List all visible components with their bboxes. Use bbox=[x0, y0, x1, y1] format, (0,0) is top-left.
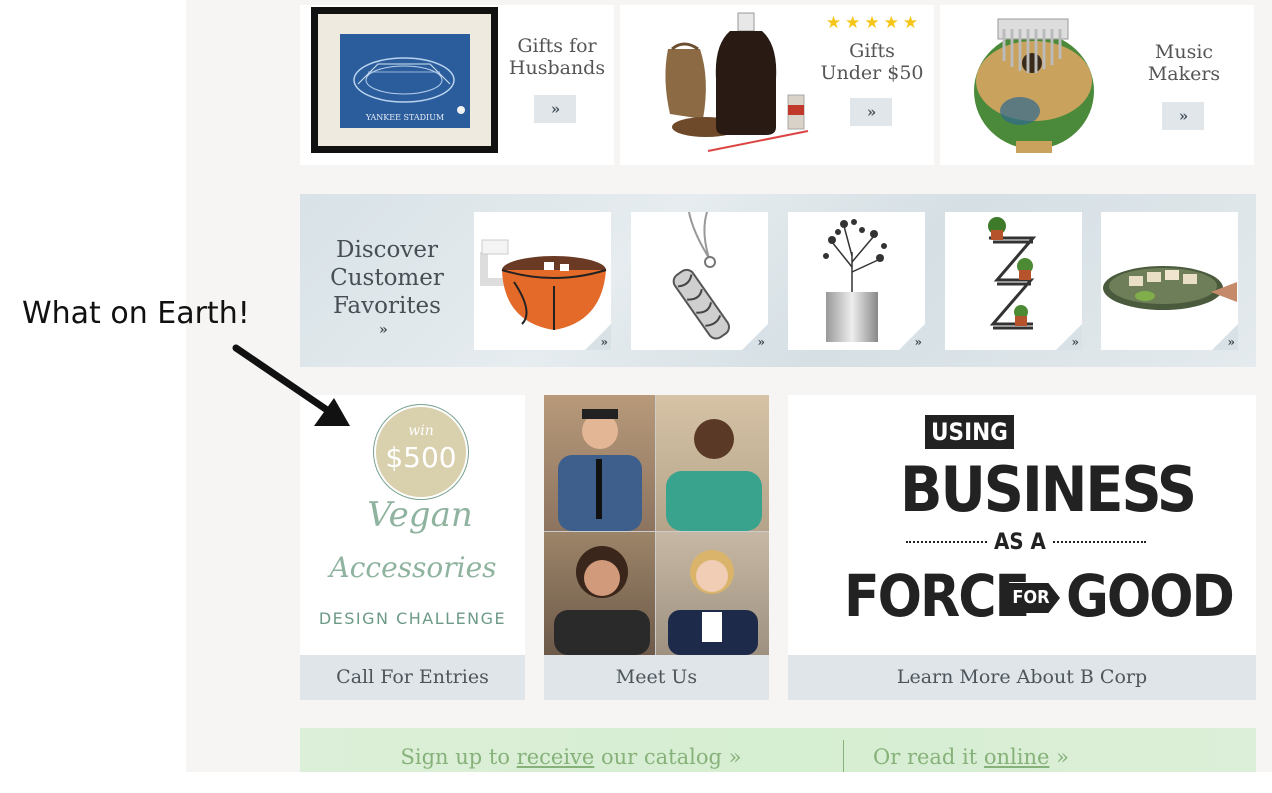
gift-card-music-label: Music Makers bbox=[1147, 41, 1221, 85]
as-a-text: AS A bbox=[988, 531, 1052, 555]
home-brew-kit-image bbox=[648, 9, 818, 159]
gift-card-husbands[interactable]: YANKEE STADIUM Gifts for Husbands » bbox=[300, 5, 614, 165]
accessories-script-title: Accessories bbox=[329, 551, 497, 584]
team-photo-1 bbox=[544, 395, 655, 531]
favorite-tile-pendant[interactable]: » bbox=[631, 212, 768, 350]
good-heading: GOOD bbox=[1066, 562, 1235, 630]
annotation-text: What on Earth! bbox=[22, 296, 250, 331]
annotation-arrow-icon bbox=[232, 344, 350, 426]
team-photo-2 bbox=[656, 395, 769, 531]
gift-card-music-arrow-button[interactable]: » bbox=[1162, 102, 1204, 130]
favorite-tile-arrow[interactable]: » bbox=[915, 335, 923, 349]
favorite-tile-arrow[interactable]: » bbox=[1228, 335, 1236, 349]
gift-card-under-50-label: Gifts Under $50 bbox=[820, 40, 924, 84]
win-500-badge: win $500 bbox=[374, 405, 468, 499]
favorite-tile-serving-plate[interactable]: » bbox=[1101, 212, 1238, 350]
favorite-tile-arrow[interactable]: » bbox=[758, 335, 766, 349]
favorite-tile-arrow[interactable]: » bbox=[601, 335, 609, 349]
catalog-signup-bar: Sign up to receive our catalog » Or read… bbox=[300, 728, 1256, 772]
team-photo-3 bbox=[544, 532, 655, 655]
gift-card-under-50[interactable]: ★★★★★ Gifts Under $50 » bbox=[620, 5, 934, 165]
vegan-script-title: Vegan bbox=[367, 495, 473, 535]
business-heading: BUSINESS bbox=[900, 453, 1197, 526]
call-for-entries-link[interactable]: Call For Entries bbox=[300, 655, 525, 700]
design-challenge-card[interactable]: win $500 Vegan Accessories DESIGN CHALLE… bbox=[300, 395, 525, 655]
gift-card-music[interactable]: Music Makers » bbox=[940, 5, 1254, 165]
catalog-read-online: Or read it online » bbox=[873, 745, 1069, 769]
meet-us-link[interactable]: Meet Us bbox=[544, 655, 769, 700]
customer-favorites-more-arrow[interactable]: » bbox=[379, 322, 388, 338]
rating-stars: ★★★★★ bbox=[825, 13, 923, 33]
blueprint-frame-image: YANKEE STADIUM bbox=[311, 7, 498, 153]
gift-card-husbands-arrow-button[interactable]: » bbox=[534, 95, 576, 123]
meet-us-card[interactable] bbox=[544, 395, 769, 655]
favorite-tile-basketball-mug[interactable]: » bbox=[474, 212, 611, 350]
team-photo-4 bbox=[656, 532, 769, 655]
kalimba-image bbox=[970, 11, 1100, 157]
customer-favorites-title[interactable]: Discover Customer Favorites bbox=[305, 236, 469, 320]
learn-more-b-corp-link[interactable]: Learn More About B Corp bbox=[788, 655, 1256, 700]
read-online-link[interactable]: online bbox=[984, 745, 1050, 769]
favorite-tile-arrow[interactable]: » bbox=[1072, 335, 1080, 349]
catalog-signup-left: Sign up to receive our catalog » bbox=[400, 745, 742, 769]
using-badge: USING bbox=[925, 415, 1014, 449]
receive-catalog-link[interactable]: receive bbox=[517, 745, 595, 769]
favorite-tile-wall-planter[interactable]: » bbox=[945, 212, 1082, 350]
gift-card-under-50-arrow-button[interactable]: » bbox=[850, 98, 892, 126]
design-challenge-subtitle: DESIGN CHALLENGE bbox=[318, 609, 507, 628]
gift-card-husbands-label: Gifts for Husbands bbox=[508, 35, 606, 79]
force-heading: FORCE bbox=[844, 562, 1030, 630]
favorite-tile-tree-planter[interactable]: » bbox=[788, 212, 925, 350]
b-corp-card[interactable]: USING BUSINESS AS A FORCE FOR GOOD bbox=[788, 395, 1256, 655]
blueprint-caption: YANKEE STADIUM bbox=[365, 113, 445, 122]
for-arrow-badge: FOR bbox=[1002, 583, 1060, 613]
